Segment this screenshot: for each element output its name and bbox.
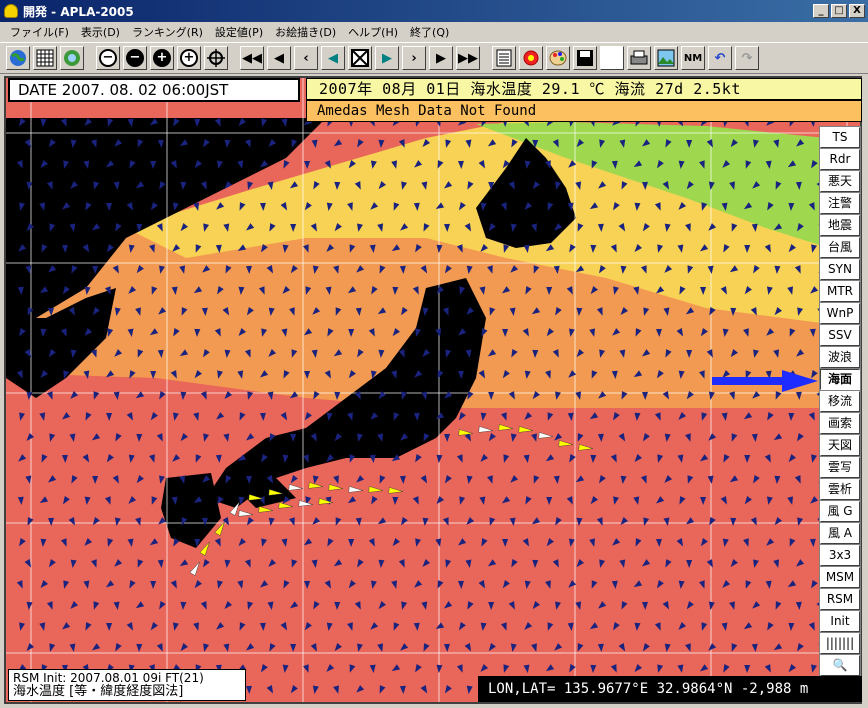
menu-quit[interactable]: 終了(Q)	[404, 24, 455, 40]
prev-fast-icon[interactable]: ◀	[267, 46, 291, 70]
layer-button[interactable]: 雲写	[819, 456, 861, 479]
step-back-icon[interactable]: ◀	[321, 46, 345, 70]
layer-button[interactable]: SSV	[819, 324, 861, 347]
next-fast-icon[interactable]: ▶	[429, 46, 453, 70]
layer-button[interactable]: 地震	[819, 214, 861, 237]
save-icon[interactable]	[573, 46, 597, 70]
layer-button[interactable]: 注警	[819, 192, 861, 215]
layer-button[interactable]: Init	[819, 610, 861, 633]
projection-text: 海水温度 [等・緯度経度図法]	[13, 684, 184, 699]
list-icon[interactable]	[492, 46, 516, 70]
menu-draw[interactable]: お絵描き(D)	[269, 24, 342, 40]
layer-button[interactable]: 🔍	[819, 654, 861, 677]
grid-icon[interactable]	[33, 46, 57, 70]
palette-icon[interactable]	[546, 46, 570, 70]
menu-bar: ファイル(F) 表示(D) ランキング(R) 設定値(P) お絵描き(D) ヘル…	[0, 22, 868, 42]
layer-button[interactable]: SYN	[819, 258, 861, 281]
toolbar: − − + + ◀◀ ◀ ‹ ◀ ▶ › ▶ ▶▶ NM ↶ ↷	[0, 42, 868, 74]
undo-icon[interactable]: ↶	[708, 46, 732, 70]
menu-settings[interactable]: 設定値(P)	[209, 24, 269, 40]
layer-button[interactable]: 雲析	[819, 478, 861, 501]
minimize-button[interactable]: _	[813, 4, 829, 18]
layer-button[interactable]: 天図	[819, 434, 861, 457]
nm-button[interactable]: NM	[681, 46, 705, 70]
minus-icon[interactable]: −	[123, 46, 147, 70]
first-icon[interactable]: ◀◀	[240, 46, 264, 70]
add-icon[interactable]: +	[177, 46, 201, 70]
globe-icon[interactable]	[6, 46, 30, 70]
layer-button[interactable]: RSM	[819, 588, 861, 611]
web-icon[interactable]	[60, 46, 84, 70]
print-icon[interactable]	[627, 46, 651, 70]
date-display: DATE 2007. 08. 02 06:00JST	[8, 78, 300, 102]
menu-file[interactable]: ファイル(F)	[4, 24, 75, 40]
init-info-box: RSM Init: 2007.08.01 09i FT(21) 海水温度 [等・…	[8, 669, 246, 701]
init-text: RSM Init: 2007.08.01 09i FT(21)	[13, 671, 204, 685]
step-forward-icon[interactable]: ▶	[375, 46, 399, 70]
menu-ranking[interactable]: ランキング(R)	[126, 24, 209, 40]
plus-icon[interactable]: +	[150, 46, 174, 70]
app-icon	[4, 4, 18, 18]
cursor-coordinates: LON,LAT= 135.9677°E 32.9864°N -2,988 m	[478, 676, 862, 702]
blank-icon[interactable]	[600, 46, 624, 70]
layer-button[interactable]: 風 A	[819, 522, 861, 545]
zoom-out-icon[interactable]: −	[96, 46, 120, 70]
center-icon[interactable]	[204, 46, 228, 70]
layer-button[interactable]: |||||||	[819, 632, 861, 655]
blue-pointer-arrow-icon	[712, 370, 818, 392]
layer-button[interactable]: 画索	[819, 412, 861, 435]
prev-icon[interactable]: ‹	[294, 46, 318, 70]
layer-button[interactable]: Rdr	[819, 148, 861, 171]
layer-button[interactable]: 風 G	[819, 500, 861, 523]
close-button[interactable]: X	[849, 4, 865, 18]
last-icon[interactable]: ▶▶	[456, 46, 480, 70]
layer-button[interactable]: 移流	[819, 390, 861, 413]
layer-button[interactable]: MTR	[819, 280, 861, 303]
menu-view[interactable]: 表示(D)	[75, 24, 126, 40]
layer-button[interactable]: 悪天	[819, 170, 861, 193]
layer-button[interactable]: 海面	[819, 368, 861, 391]
layer-button[interactable]: 台風	[819, 236, 861, 259]
redo-icon[interactable]: ↷	[735, 46, 759, 70]
settings-icon[interactable]	[519, 46, 543, 70]
amedas-status: Amedas Mesh Data Not Found	[306, 100, 862, 122]
window-title: 開発 - APLA-2005	[23, 4, 134, 19]
layer-button-panel: TS Rdr 悪天 注警 地震 台風 SYN MTR WnP SSV 波浪 海面 移流 画索 天図 雲写 雲析風…	[819, 126, 861, 677]
layer-button[interactable]: TS	[819, 126, 861, 149]
layer-button[interactable]: 3x3	[819, 544, 861, 567]
layer-button[interactable]: MSM	[819, 566, 861, 589]
menu-help[interactable]: ヘルプ(H)	[342, 24, 404, 40]
title-bar: 開発 - APLA-2005 _ □ X	[0, 0, 868, 22]
stop-icon[interactable]	[348, 46, 372, 70]
maximize-button[interactable]: □	[831, 4, 847, 18]
sea-info-display: 2007年 08月 01日 海水温度 29.1 ℃ 海流 27d 2.5kt	[306, 78, 862, 100]
layer-button[interactable]: 波浪	[819, 346, 861, 369]
layer-button[interactable]: WnP	[819, 302, 861, 325]
next-icon[interactable]: ›	[402, 46, 426, 70]
image-icon[interactable]	[654, 46, 678, 70]
